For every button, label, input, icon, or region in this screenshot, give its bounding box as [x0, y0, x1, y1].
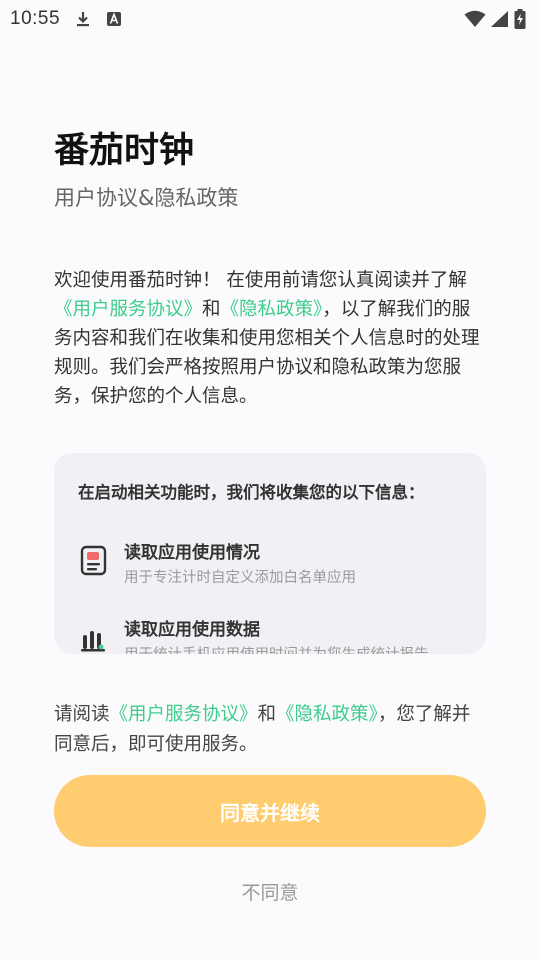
cellular-signal-icon — [490, 10, 510, 28]
app-title: 番茄时钟 — [54, 131, 195, 171]
disagree-button[interactable]: 不同意 — [0, 878, 540, 905]
status-bar: 10:55 — [0, 0, 540, 38]
permission-desc: 用于统计手机应用使用时间并为您生成统计报告 — [124, 643, 429, 654]
consent-text: 请阅读《用户服务协议》和《隐私政策》，您了解并同意后，即可使用服务。 — [54, 700, 486, 760]
permission-title: 读取应用使用数据 — [124, 620, 260, 640]
font-a-icon — [106, 11, 122, 27]
consent-and: 和 — [257, 704, 277, 725]
user-agreement-link[interactable]: 《用户服务协议》 — [54, 299, 202, 320]
status-left: 10:55 — [10, 8, 122, 30]
status-time: 10:55 — [10, 8, 61, 29]
permissions-card[interactable]: 在启动相关功能时，我们将收集您的以下信息： 读取应用使用情况 用于专注计时自定义… — [54, 453, 486, 654]
app-subtitle: 用户协议&隐私政策 — [54, 186, 239, 210]
permission-title: 读取应用使用情况 — [124, 543, 260, 563]
intro-text-part1: 欢迎使用番茄时钟！ 在使用前请您认真阅读并了解 — [54, 270, 467, 291]
permission-item-usage-data: 读取应用使用数据 用于统计手机应用使用时间并为您生成统计报告 — [78, 615, 478, 654]
permissions-card-title: 在启动相关功能时，我们将收集您的以下信息： — [78, 483, 425, 502]
consent-prefix: 请阅读 — [54, 704, 110, 725]
wifi-icon — [464, 10, 486, 28]
download-icon — [74, 10, 92, 28]
battery-charging-icon — [514, 9, 526, 29]
privacy-policy-link[interactable]: 《隐私政策》 — [221, 299, 323, 320]
app-usage-icon — [78, 544, 110, 576]
permission-item-app-usage: 读取应用使用情况 用于专注计时自定义添加白名单应用 — [78, 538, 478, 594]
consent-privacy-policy-link[interactable]: 《隐私政策》 — [276, 704, 378, 725]
status-right — [464, 9, 526, 29]
consent-user-agreement-link[interactable]: 《用户服务协议》 — [110, 704, 258, 725]
agree-continue-button[interactable]: 同意并继续 — [54, 775, 486, 847]
intro-and: 和 — [202, 299, 221, 320]
permission-desc: 用于专注计时自定义添加白名单应用 — [124, 570, 356, 586]
intro-text: 欢迎使用番茄时钟！ 在使用前请您认真阅读并了解《用户服务协议》和《隐私政策》，以… — [54, 266, 484, 411]
bar-stats-icon — [78, 621, 110, 653]
